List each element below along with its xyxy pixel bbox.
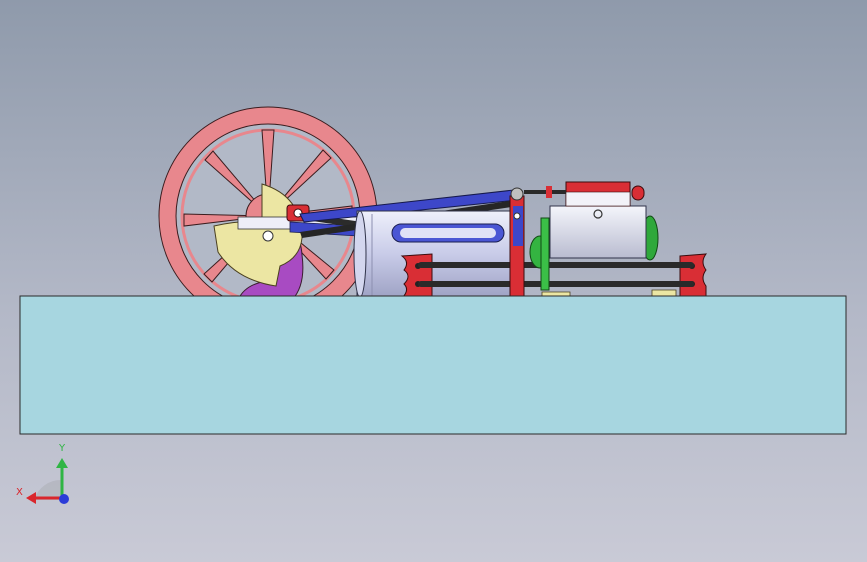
upper-tie-rod xyxy=(418,262,694,268)
lower-tie-rod xyxy=(418,281,694,287)
x-axis-label: X xyxy=(16,487,23,498)
y-axis-label: Y xyxy=(59,443,66,454)
valve-lever[interactable] xyxy=(509,187,525,299)
steam-engine-model[interactable] xyxy=(0,0,867,562)
axis-triad[interactable] xyxy=(26,458,69,504)
base-plate[interactable] xyxy=(19,295,847,435)
3d-viewport[interactable]: Y X xyxy=(0,0,867,562)
z-axis-dot xyxy=(59,494,69,504)
crank-pin xyxy=(262,230,274,242)
right-frame-bracket[interactable] xyxy=(679,253,708,299)
